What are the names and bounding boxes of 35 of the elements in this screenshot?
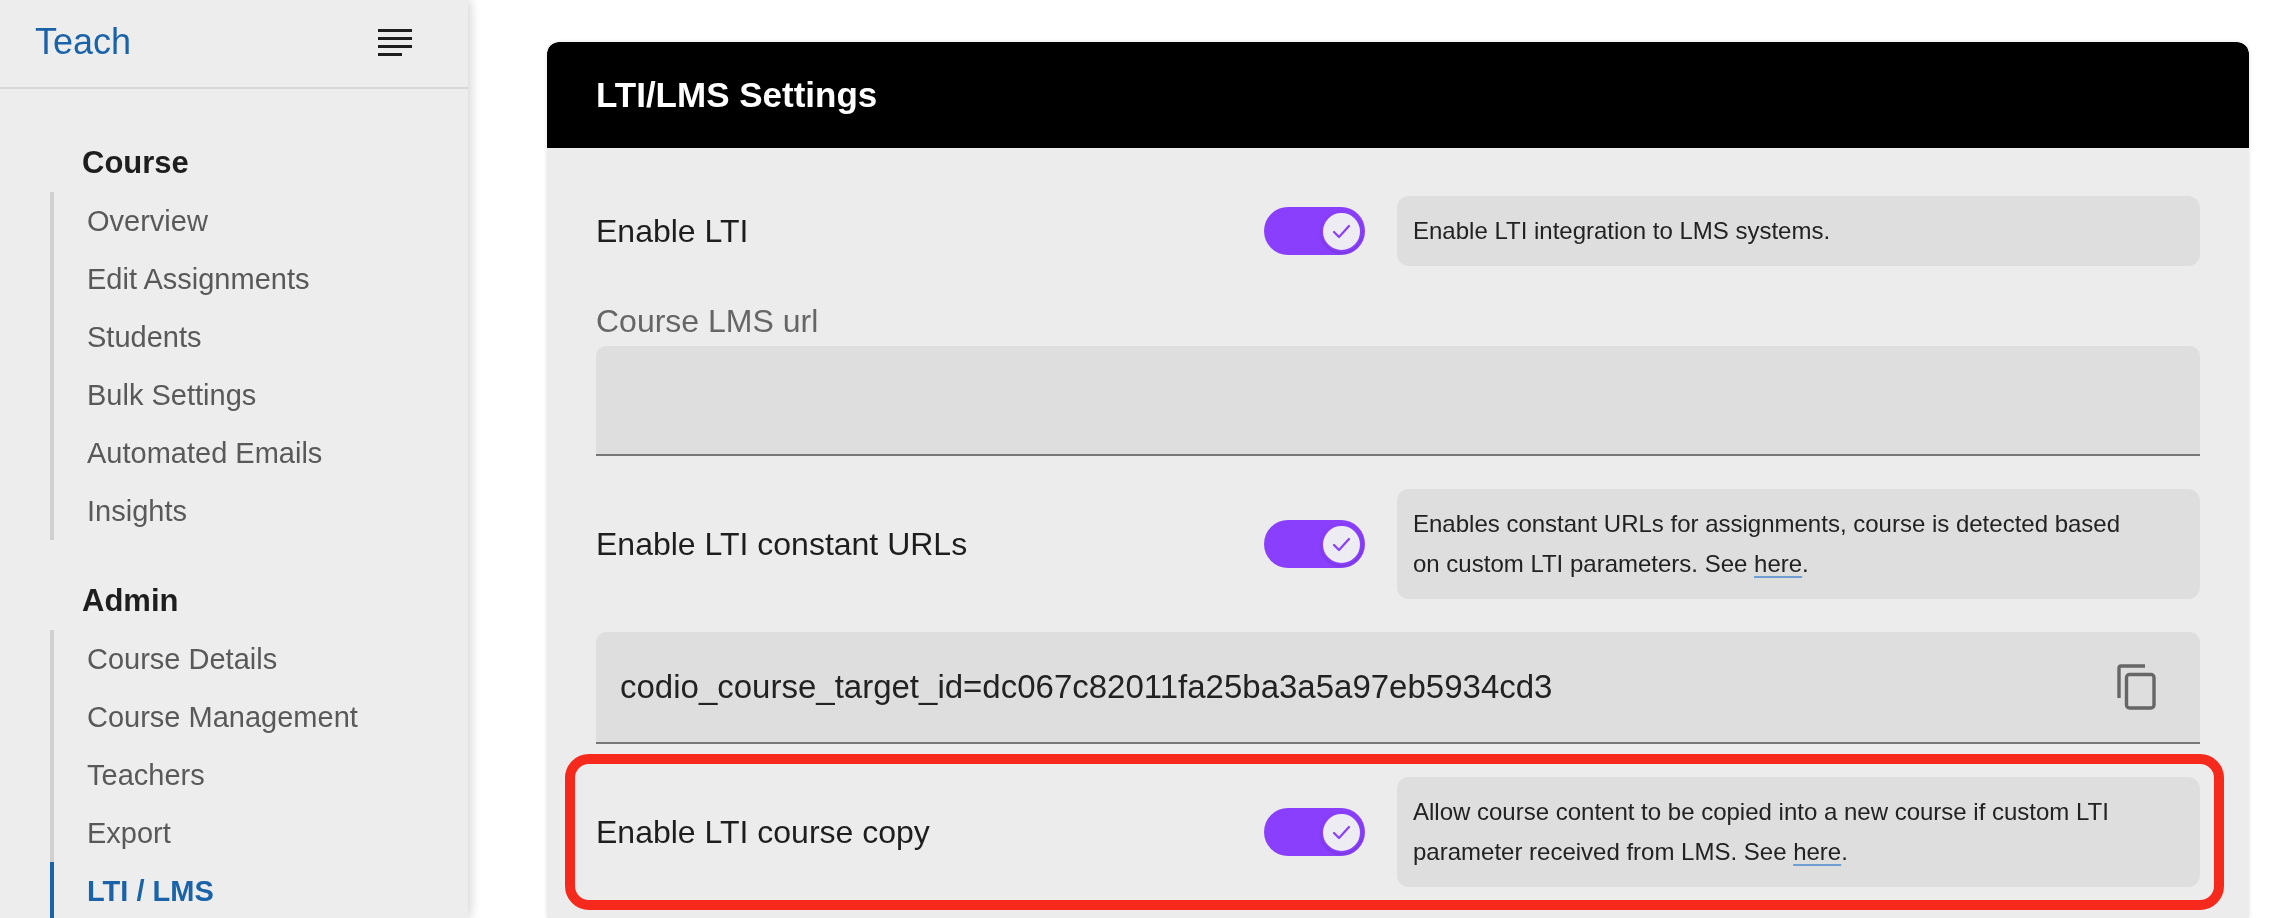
check-icon — [1321, 811, 1362, 853]
nav-link[interactable]: Course Details — [50, 630, 294, 688]
nav-link[interactable]: Export — [50, 804, 187, 862]
toggle-switch[interactable] — [1264, 520, 1365, 568]
nav-link[interactable]: Edit Assignments — [50, 250, 326, 308]
section-heading: Admin — [82, 582, 179, 620]
read-only-field[interactable]: codio_course_target_id=dc067c82011fa25ba3a5a97eb5934cd3 — [596, 632, 2200, 744]
nav-link[interactable]: Automated Emails — [50, 424, 339, 482]
nav-link[interactable]: Teachers — [50, 746, 221, 804]
check-icon — [1321, 523, 1362, 565]
setting-label: Enable LTI constant URLs — [596, 525, 969, 563]
help-link[interactable]: here — [1793, 838, 1842, 865]
nav-link[interactable]: Course Management — [50, 688, 374, 746]
panel-title: LTI/LMS Settings — [596, 75, 878, 115]
nav-link[interactable]: Students — [50, 308, 218, 366]
nav-link[interactable]: LTI / LMS — [50, 862, 230, 918]
help-text: Enables constant URLs for assignments, course is detected based on custom LTI parameters. See here. — [1397, 489, 2200, 599]
setting-label: Enable LTI course copy — [596, 813, 931, 851]
input-field[interactable] — [596, 346, 2200, 456]
section-heading: Course — [82, 144, 189, 182]
copy-icon[interactable] — [2117, 664, 2156, 710]
setting-label: Enable LTI — [596, 212, 750, 250]
nav-link[interactable]: Overview — [50, 192, 224, 250]
check-icon — [1321, 210, 1362, 252]
toggle-switch[interactable] — [1264, 207, 1365, 255]
help-text: Enable LTI integration to LMS systems. — [1397, 196, 2200, 266]
toggle-switch[interactable] — [1264, 808, 1365, 856]
nav-link[interactable]: Insights — [50, 482, 203, 540]
app-title: Teach — [35, 20, 132, 63]
field-value: codio_course_target_id=dc067c82011fa25ba3a5a97eb5934cd3 — [620, 668, 1554, 706]
field-label: Course LMS url — [596, 303, 820, 339]
nav-link[interactable]: Bulk Settings — [50, 366, 273, 424]
help-text: Allow course content to be copied into a new course if custom LTI parameter received from LMS. See here. — [1397, 777, 2200, 887]
help-link[interactable]: here — [1754, 550, 1803, 577]
menu-icon[interactable] — [378, 27, 412, 56]
